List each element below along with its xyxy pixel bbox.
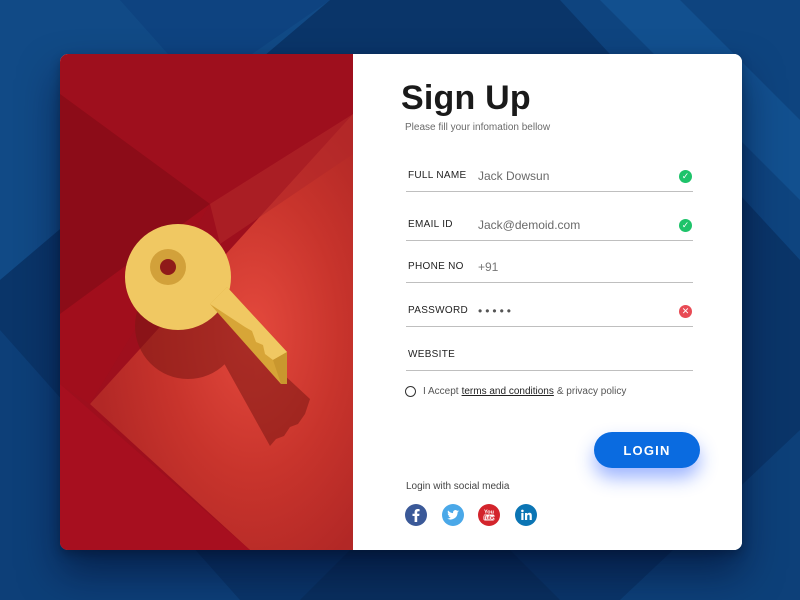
- terms-radio[interactable]: [405, 385, 416, 397]
- website-input[interactable]: [478, 344, 673, 366]
- password-field: PASSWORD ✕: [406, 297, 693, 327]
- email-field: EMAIL ID ✓: [406, 211, 693, 241]
- terms-row: I Accept terms and conditions & privacy …: [405, 384, 626, 398]
- illustration-panel: [60, 54, 353, 550]
- terms-prefix: I Accept: [423, 385, 459, 397]
- email-label: EMAIL ID: [408, 219, 453, 230]
- terms-suffix: & privacy policy: [556, 385, 627, 397]
- social-label: Login with social media: [406, 481, 510, 492]
- twitter-icon[interactable]: [441, 504, 464, 526]
- facebook-icon[interactable]: [405, 504, 427, 526]
- login-button[interactable]: LOGIN: [594, 432, 700, 468]
- social-links: You Tube: [405, 504, 551, 526]
- phone-label: PHONE NO: [408, 261, 464, 272]
- form-panel: Sign Up Please fill your infomation bell…: [353, 54, 742, 550]
- full-name-field: FULL NAME ✓: [406, 162, 693, 192]
- website-field: WEBSITE: [406, 341, 693, 371]
- valid-check-icon: ✓: [679, 219, 692, 232]
- valid-check-icon: ✓: [679, 170, 692, 183]
- signup-card: Sign Up Please fill your infomation bell…: [60, 54, 742, 550]
- page-subtitle: Please fill your infomation bellow: [405, 122, 551, 133]
- email-input[interactable]: [478, 214, 673, 236]
- phone-field: PHONE NO: [406, 253, 693, 283]
- svg-text:Tube: Tube: [483, 515, 495, 521]
- youtube-icon[interactable]: You Tube: [478, 504, 500, 526]
- full-name-label: FULL NAME: [408, 170, 467, 181]
- terms-link[interactable]: terms and conditions: [462, 386, 554, 397]
- full-name-input[interactable]: [478, 165, 673, 187]
- linkedin-icon[interactable]: [514, 504, 537, 526]
- password-input[interactable]: [478, 300, 673, 322]
- website-label: WEBSITE: [408, 349, 456, 360]
- page-title: Sign Up: [401, 79, 531, 117]
- error-x-icon: ✕: [679, 305, 692, 318]
- phone-input[interactable]: [478, 256, 673, 278]
- password-label: PASSWORD: [408, 305, 468, 316]
